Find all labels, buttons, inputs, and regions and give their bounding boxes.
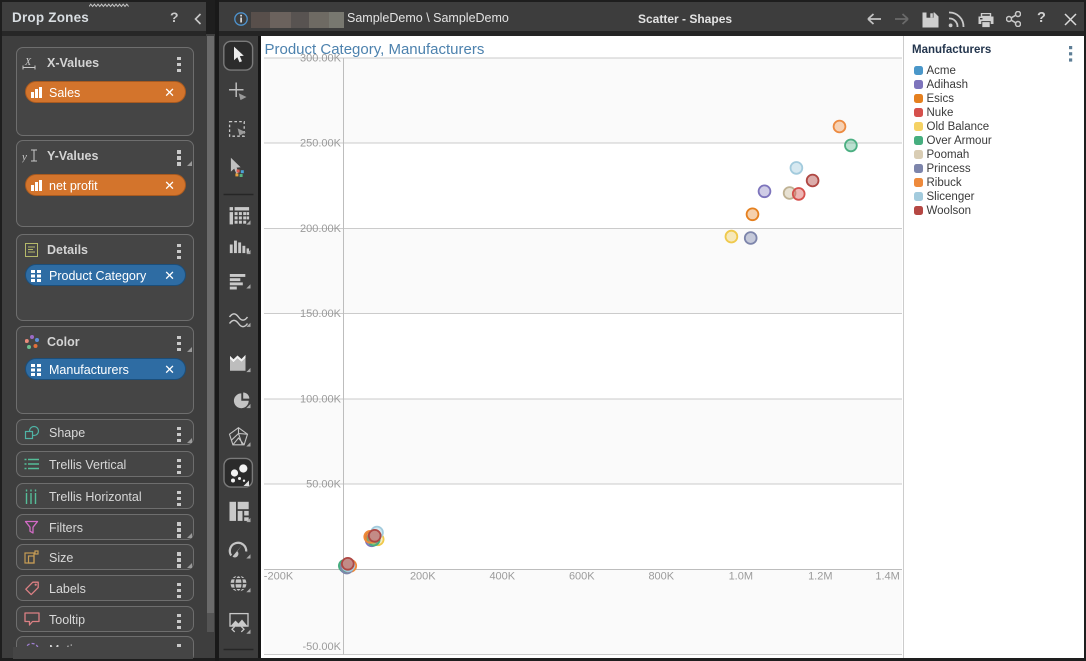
svg-text:200K: 200K: [410, 571, 436, 583]
svg-text:150.00K: 150.00K: [300, 308, 342, 320]
svg-text:800K: 800K: [648, 571, 674, 583]
svg-text:400K: 400K: [489, 571, 515, 583]
svg-text:100.00K: 100.00K: [300, 393, 342, 405]
svg-text:-50.00K: -50.00K: [302, 641, 341, 653]
svg-text:1.4M: 1.4M: [875, 571, 899, 583]
svg-text:600K: 600K: [569, 571, 595, 583]
svg-text:y: y: [22, 151, 27, 163]
svg-text:200.00K: 200.00K: [300, 223, 342, 235]
svg-text:1.2M: 1.2M: [808, 571, 832, 583]
svg-text:300.00K: 300.00K: [300, 53, 342, 65]
svg-text:250.00K: 250.00K: [300, 138, 342, 150]
svg-text:X: X: [24, 57, 32, 68]
svg-text:1.0M: 1.0M: [729, 571, 753, 583]
svg-text:50.00K: 50.00K: [306, 479, 342, 491]
svg-text:-200K: -200K: [264, 571, 294, 583]
